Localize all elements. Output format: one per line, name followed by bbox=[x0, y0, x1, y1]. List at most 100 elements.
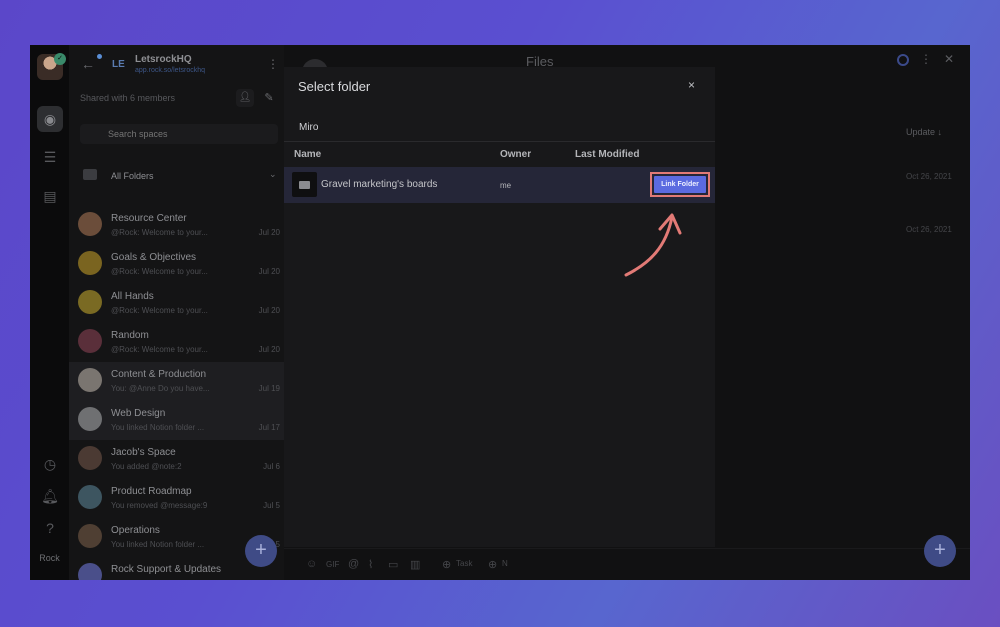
workspace-url[interactable]: app.rock.so/letsrockhq bbox=[135, 67, 205, 74]
channel-date: Jul 5 bbox=[263, 501, 280, 510]
gif-icon[interactable]: GIF bbox=[326, 560, 339, 569]
channel-avatar bbox=[78, 290, 102, 314]
notification-badge-icon: ✓ bbox=[54, 53, 66, 65]
channel-name: Product Roadmap bbox=[111, 486, 192, 497]
shared-members-text: Shared with 6 members bbox=[80, 93, 176, 103]
search-spaces-input[interactable] bbox=[80, 124, 278, 144]
channel-name: Content & Production bbox=[111, 369, 207, 380]
document-icon[interactable]: ▤ bbox=[37, 183, 63, 209]
highlight-box: Link Folder bbox=[650, 172, 710, 197]
folder-icon bbox=[292, 172, 317, 197]
channel-name: Goals & Objectives bbox=[111, 252, 197, 263]
channel-avatar bbox=[78, 368, 102, 392]
rail-user-name: Rock bbox=[39, 553, 60, 563]
channel-avatar bbox=[78, 563, 102, 580]
channel-date: Jul 20 bbox=[258, 306, 280, 315]
divider bbox=[284, 141, 715, 142]
channel-name: Rock Support & Updates bbox=[111, 564, 222, 575]
channel-preview: @Rock: Welcome to your... bbox=[111, 267, 208, 276]
channel-avatar bbox=[78, 329, 102, 353]
add-space-button[interactable]: + bbox=[245, 535, 277, 567]
channel-avatar bbox=[78, 251, 102, 275]
mention-icon[interactable]: @ bbox=[348, 558, 359, 570]
channel-avatar bbox=[78, 485, 102, 509]
channel-name: Jacob's Space bbox=[111, 447, 176, 458]
add-note-icon[interactable]: ⊕ bbox=[488, 558, 497, 571]
add-member-icon[interactable]: 👤︎ bbox=[236, 89, 254, 107]
close-icon[interactable]: × bbox=[688, 78, 695, 92]
channel-item[interactable]: Content & Production You: @Anne Do you ha… bbox=[69, 362, 284, 401]
modal-title: Select folder bbox=[298, 79, 371, 94]
clock-icon[interactable]: ◷ bbox=[37, 451, 63, 477]
folder-name: Gravel marketing's boards bbox=[321, 179, 438, 190]
channel-preview: You linked Notion folder ... bbox=[111, 423, 205, 432]
channel-date: Jul 20 bbox=[258, 228, 280, 237]
channel-item[interactable]: Product Roadmap You removed @message:9 Jul… bbox=[69, 479, 284, 518]
column-header-owner[interactable]: Owner bbox=[500, 149, 531, 160]
folders-filter-label[interactable]: All Folders bbox=[111, 171, 154, 181]
table-row[interactable]: Gravel marketing's boards me Link Folder bbox=[284, 167, 715, 203]
chevron-down-icon[interactable]: ⌄ bbox=[269, 169, 277, 180]
message-composer: ☺ GIF @ ⌇ ▭ ▥ ⊕ Task ⊕ N bbox=[284, 548, 970, 580]
channel-date: Jul 19 bbox=[258, 384, 280, 393]
breadcrumb[interactable]: Miro bbox=[299, 122, 318, 133]
channel-date: Jul 6 bbox=[263, 462, 280, 471]
workspace-logo: LE bbox=[112, 59, 125, 70]
channel-date: Jul 20 bbox=[258, 345, 280, 354]
add-task-icon[interactable]: ⊕ bbox=[442, 558, 451, 571]
panel-more-icon[interactable]: ⋮ bbox=[920, 52, 932, 66]
emoji-icon[interactable]: ☺ bbox=[306, 558, 317, 570]
channel-preview: @Rock: Welcome to your... bbox=[111, 345, 208, 354]
edit-icon[interactable]: ✎ bbox=[260, 89, 278, 107]
channel-name: Resource Center bbox=[111, 213, 187, 224]
channel-name: Random bbox=[111, 330, 149, 341]
video-icon[interactable]: ▭ bbox=[388, 558, 398, 571]
pointer-arrow-icon bbox=[624, 213, 682, 277]
channel-item[interactable]: Goals & Objectives @Rock: Welcome to your… bbox=[69, 245, 284, 284]
folder-icon bbox=[83, 169, 97, 180]
file-date: Oct 26, 2021 bbox=[906, 172, 952, 181]
chart-icon[interactable]: ▥ bbox=[410, 558, 420, 571]
more-options-icon[interactable]: ⋮ bbox=[267, 57, 279, 71]
help-icon[interactable]: ? bbox=[37, 515, 63, 541]
bell-icon[interactable]: 🔔︎ bbox=[37, 483, 63, 509]
status-dot-icon bbox=[97, 54, 102, 59]
channel-name: Web Design bbox=[111, 408, 166, 419]
channel-item[interactable]: Web Design You linked Notion folder ... Ju… bbox=[69, 401, 284, 440]
list-icon[interactable]: ☰ bbox=[37, 144, 63, 170]
add-note-label[interactable]: N bbox=[502, 559, 508, 568]
channel-preview: You added @note:2 bbox=[111, 462, 182, 471]
back-arrow-icon[interactable]: ← bbox=[81, 56, 95, 72]
channel-preview: You linked Notion folder ... bbox=[111, 540, 205, 549]
spaces-icon[interactable]: ◉ bbox=[37, 106, 63, 132]
channel-item[interactable]: Random @Rock: Welcome to your... Jul 20 bbox=[69, 323, 284, 362]
channel-item[interactable]: Resource Center @Rock: Welcome to your...… bbox=[69, 206, 284, 245]
channel-name: All Hands bbox=[111, 291, 154, 302]
column-header-name[interactable]: Name bbox=[294, 149, 321, 160]
link-folder-button[interactable]: Link Folder bbox=[654, 176, 706, 193]
workspace-name[interactable]: LetsrockHQ bbox=[135, 54, 192, 65]
channel-avatar bbox=[78, 446, 102, 470]
channel-preview: You removed @message:9 bbox=[111, 501, 208, 510]
sidebar: ← LE LetsrockHQ app.rock.so/letsrockhq ⋮… bbox=[69, 45, 284, 580]
channel-avatar bbox=[78, 407, 102, 431]
channel-date: Jul 20 bbox=[258, 267, 280, 276]
channel-date: Jul 17 bbox=[258, 423, 280, 432]
channel-name: Operations bbox=[111, 525, 160, 536]
attachment-icon[interactable]: ⌇ bbox=[368, 558, 373, 571]
panel-close-icon[interactable]: ✕ bbox=[944, 52, 954, 66]
file-date: Oct 26, 2021 bbox=[906, 225, 952, 234]
sort-by-update[interactable]: Update ↓ bbox=[906, 127, 942, 137]
add-file-button[interactable]: + bbox=[924, 535, 956, 567]
app-rail: ✓ ◉ ☰ ▤ ◷ 🔔︎ ? Rock bbox=[30, 45, 69, 580]
channel-preview: @Rock: Welcome to your... bbox=[111, 306, 208, 315]
channel-preview: You: @Anne Do you have... bbox=[111, 384, 210, 393]
folder-owner: me bbox=[500, 181, 512, 190]
status-ring-icon[interactable] bbox=[897, 54, 909, 66]
channel-item[interactable]: Jacob's Space You added @note:2 Jul 6 bbox=[69, 440, 284, 479]
channel-item[interactable]: All Hands @Rock: Welcome to your... Jul 20 bbox=[69, 284, 284, 323]
add-task-label[interactable]: Task bbox=[456, 559, 472, 568]
column-header-last-modified[interactable]: Last Modified bbox=[575, 149, 639, 160]
channel-avatar bbox=[78, 524, 102, 548]
channel-preview: @Rock: Welcome to your... bbox=[111, 228, 208, 237]
